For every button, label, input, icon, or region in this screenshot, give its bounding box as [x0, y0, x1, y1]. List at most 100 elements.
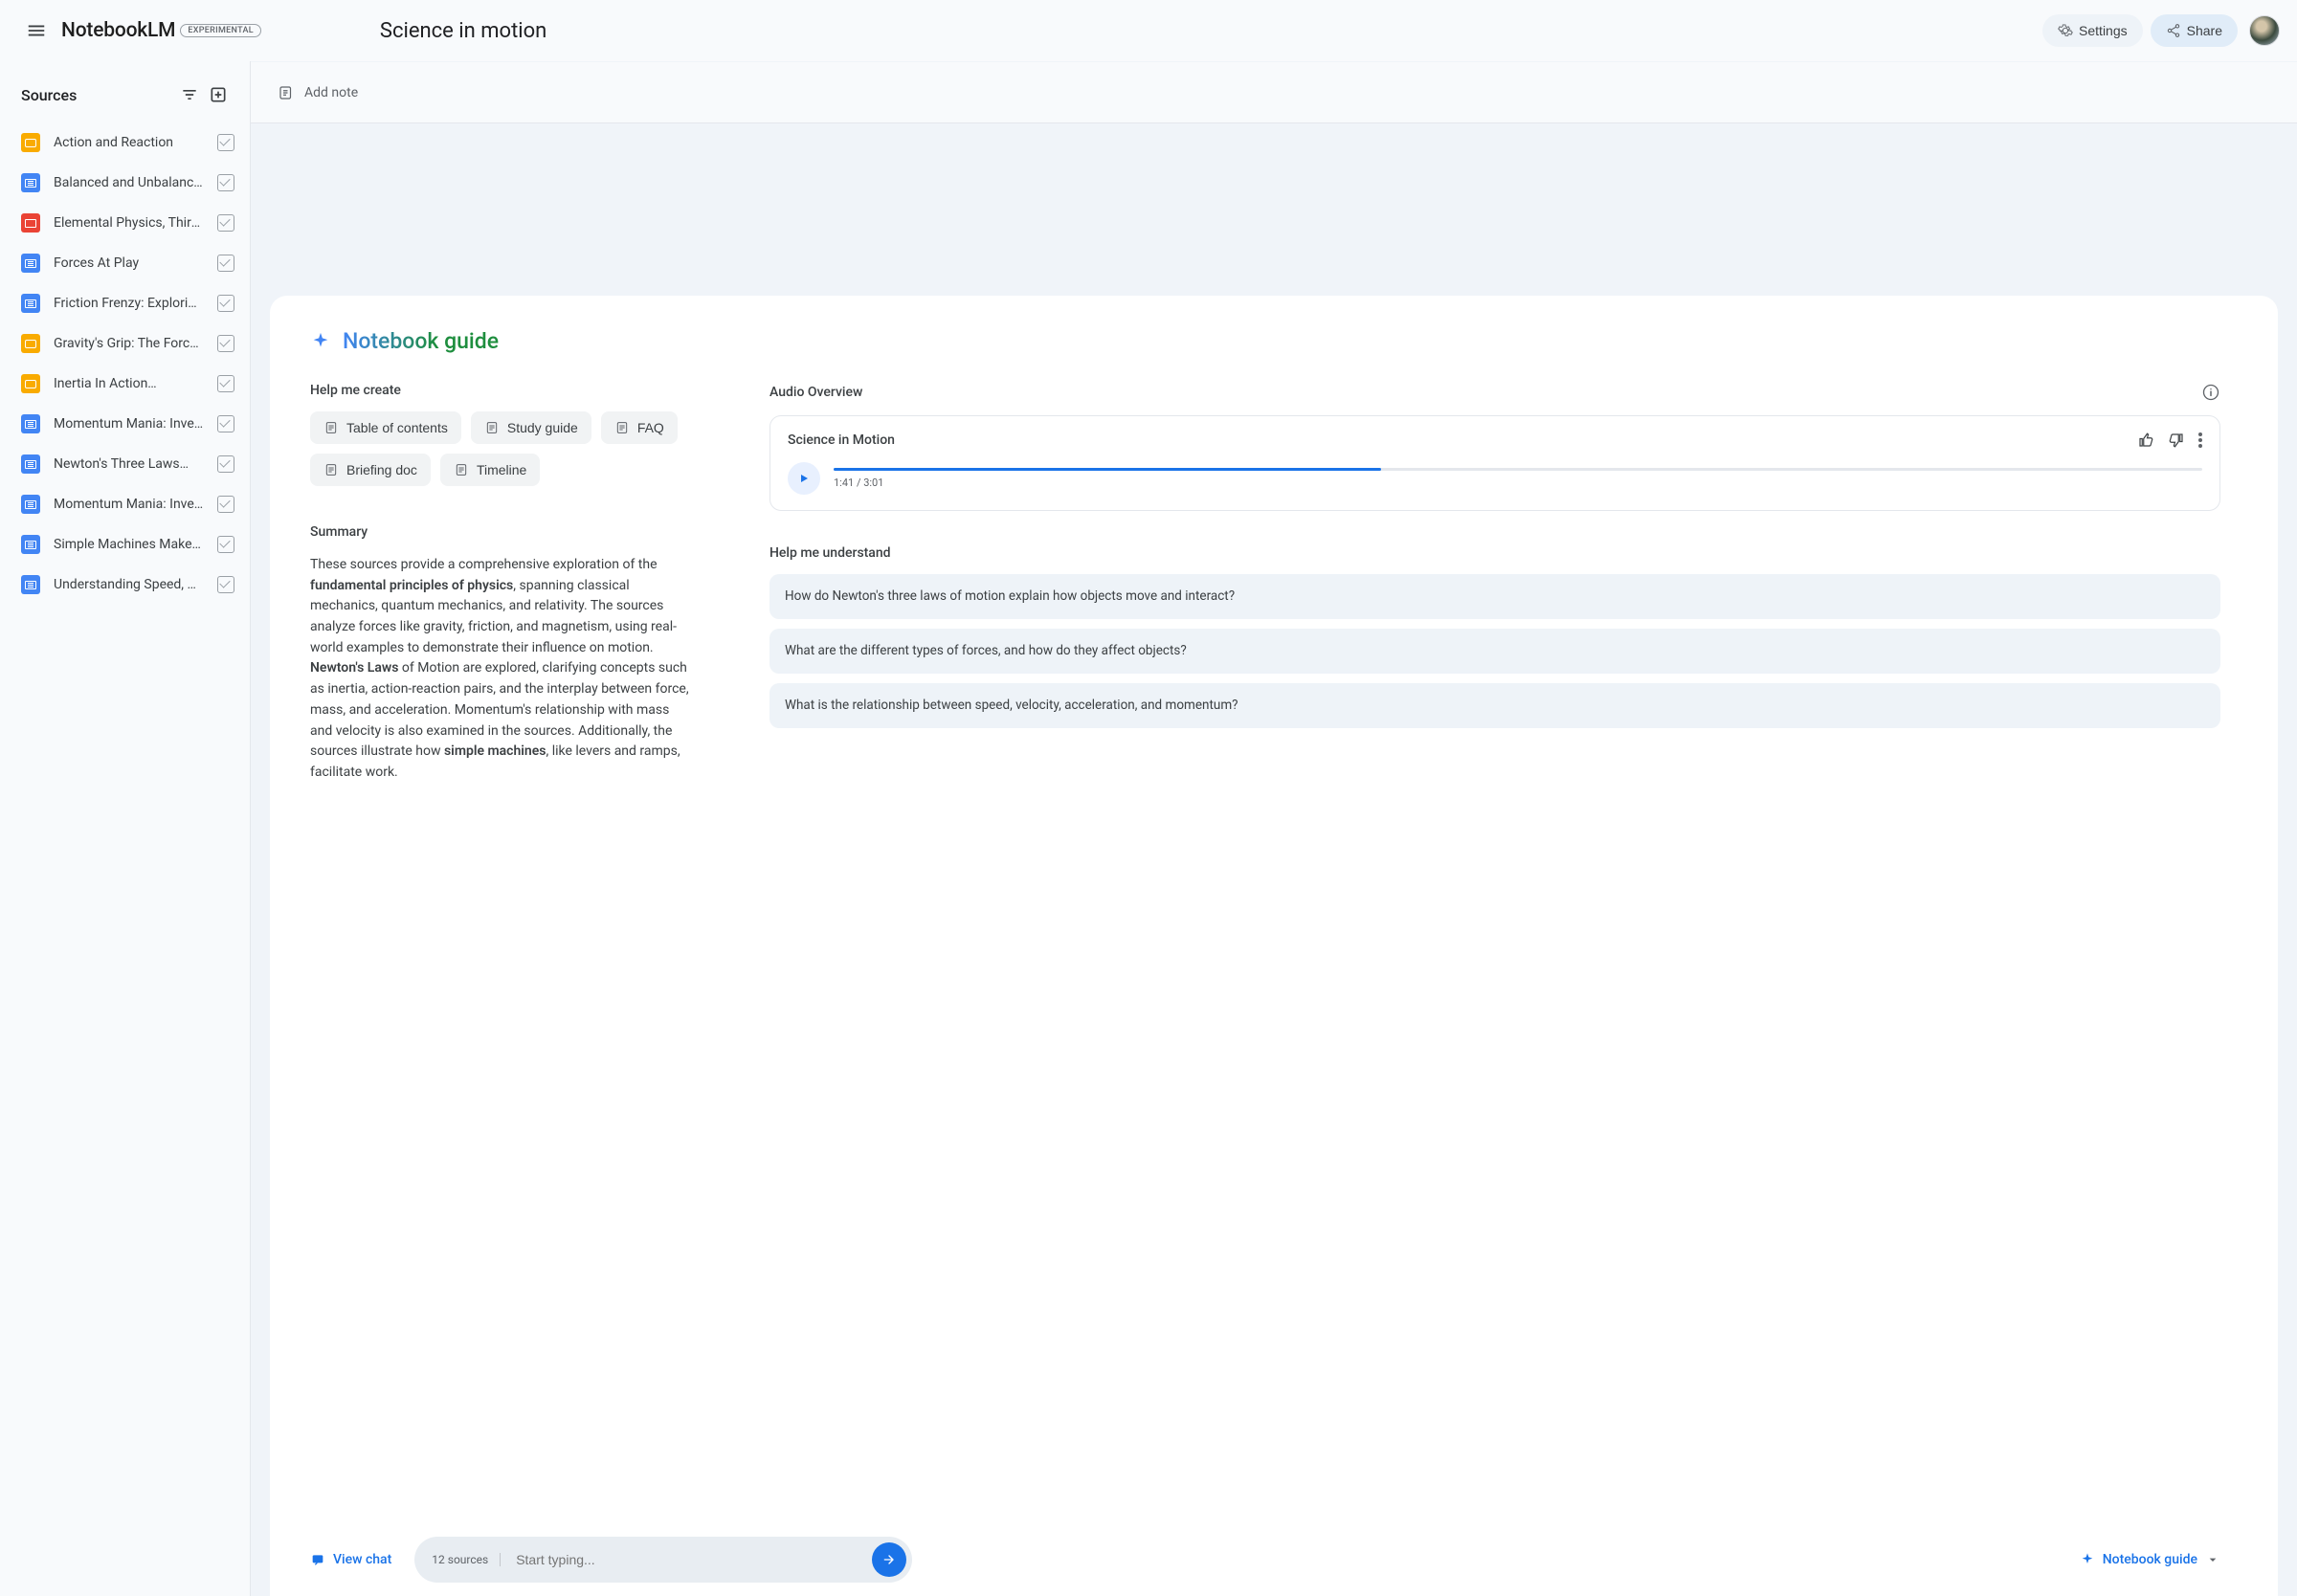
view-chat-button[interactable]: View chat [310, 1552, 391, 1567]
doc-icon [323, 462, 339, 477]
source-label: Balanced and Unbalance… [54, 175, 204, 190]
experimental-badge: EXPERIMENTAL [180, 24, 261, 37]
source-checkbox[interactable] [217, 496, 234, 513]
chip-toc[interactable]: Table of contents [310, 411, 461, 444]
source-item[interactable]: Newton's Three Laws… [0, 444, 250, 484]
source-label: Understanding Speed, Ve… [54, 577, 204, 592]
help-understand-heading: Help me understand [769, 545, 2220, 561]
logo-wrap: NotebookLM EXPERIMENTAL [61, 19, 261, 42]
sidebar: Sources Action and ReactionBalanced and … [0, 61, 251, 1596]
source-item[interactable]: Friction Frenzy: Explorin… [0, 283, 250, 323]
share-icon [2166, 23, 2181, 38]
source-item[interactable]: Understanding Speed, Ve… [0, 565, 250, 605]
chat-input[interactable] [512, 1542, 860, 1577]
settings-label: Settings [2079, 23, 2128, 38]
user-avatar[interactable] [2249, 15, 2280, 46]
notebook-guide-card: Notebook guide Help me create Table of c… [270, 296, 2278, 1596]
doc-icon [21, 414, 40, 433]
source-checkbox[interactable] [217, 134, 234, 151]
audio-progress-bar[interactable] [834, 468, 2202, 471]
chip-briefing[interactable]: Briefing doc [310, 454, 431, 486]
source-item[interactable]: Momentum Mania: Inves… [0, 404, 250, 444]
topbar: NotebookLM EXPERIMENTAL Science in motio… [0, 0, 2297, 61]
source-checkbox[interactable] [217, 174, 234, 191]
doc-icon [21, 173, 40, 192]
doc-icon [21, 535, 40, 554]
source-label: Momentum Mania: Inves… [54, 416, 204, 432]
chip-timeline[interactable]: Timeline [440, 454, 540, 486]
source-item[interactable]: Gravity's Grip: The Force… [0, 323, 250, 364]
source-checkbox[interactable] [217, 295, 234, 312]
filter-icon [180, 85, 199, 104]
notes-toolbar: Add note [251, 62, 2297, 123]
doc-icon [454, 462, 469, 477]
doc-icon [21, 575, 40, 594]
chip-faq[interactable]: FAQ [601, 411, 678, 444]
guide-title: Notebook guide [343, 328, 499, 354]
source-count: 12 sources [432, 1553, 501, 1566]
send-button[interactable] [872, 1542, 906, 1577]
suggested-question[interactable]: How do Newton's three laws of motion exp… [769, 574, 2220, 619]
source-checkbox[interactable] [217, 536, 234, 553]
suggested-question[interactable]: What is the relationship between speed, … [769, 683, 2220, 728]
info-icon[interactable] [2201, 383, 2220, 402]
source-label: Newton's Three Laws… [54, 456, 204, 472]
source-label: Forces At Play [54, 255, 204, 271]
doc-icon [323, 420, 339, 435]
source-label: Friction Frenzy: Explorin… [54, 296, 204, 311]
source-checkbox[interactable] [217, 214, 234, 232]
menu-icon [26, 20, 47, 41]
add-note-button[interactable]: Add note [278, 84, 358, 101]
source-checkbox[interactable] [217, 415, 234, 432]
sparkle-icon [2080, 1552, 2095, 1567]
doc-icon [484, 420, 500, 435]
source-checkbox[interactable] [217, 335, 234, 352]
chat-input-wrap: 12 sources [414, 1537, 912, 1583]
audio-title: Science in Motion [788, 432, 895, 448]
play-button[interactable] [788, 462, 820, 495]
help-create-heading: Help me create [310, 383, 712, 398]
source-label: Action and Reaction [54, 135, 204, 150]
thumbs-up-icon[interactable] [2137, 432, 2154, 449]
suggested-question[interactable]: What are the different types of forces, … [769, 629, 2220, 674]
source-label: Gravity's Grip: The Force… [54, 336, 204, 351]
filter-button[interactable] [175, 80, 204, 109]
more-menu-icon[interactable] [2198, 438, 2202, 442]
share-label: Share [2187, 23, 2222, 38]
sparkle-icon [310, 331, 331, 352]
hamburger-menu[interactable] [17, 11, 56, 50]
add-source-button[interactable] [204, 80, 233, 109]
arrow-right-icon [881, 1552, 897, 1567]
audio-time: 1:41 / 3:01 [834, 477, 2202, 489]
chevron-down-icon [2205, 1552, 2220, 1567]
chat-icon [310, 1552, 325, 1567]
source-checkbox[interactable] [217, 455, 234, 473]
chip-study-guide[interactable]: Study guide [471, 411, 591, 444]
source-checkbox[interactable] [217, 576, 234, 593]
source-item[interactable]: Inertia In Action… [0, 364, 250, 404]
source-checkbox[interactable] [217, 375, 234, 392]
source-label: Inertia In Action… [54, 376, 204, 391]
slides-icon [21, 133, 40, 152]
share-button[interactable]: Share [2151, 14, 2238, 47]
doc-icon [21, 454, 40, 474]
note-icon [278, 84, 295, 101]
source-item[interactable]: Simple Machines Make… [0, 524, 250, 565]
notebook-guide-toggle[interactable]: Notebook guide [2080, 1552, 2220, 1567]
source-item[interactable]: Forces At Play [0, 243, 250, 283]
bottom-bar: View chat 12 sources Notebook guide [310, 1537, 2220, 1583]
thumbs-down-icon[interactable] [2168, 432, 2185, 449]
document-title[interactable]: Science in motion [380, 19, 546, 43]
slides-icon [21, 334, 40, 353]
audio-overview-heading: Audio Overview [769, 385, 862, 400]
source-item[interactable]: Balanced and Unbalance… [0, 163, 250, 203]
plus-box-icon [209, 85, 228, 104]
audio-card: Science in Motion [769, 415, 2220, 511]
source-checkbox[interactable] [217, 255, 234, 272]
source-item[interactable]: Momentum Mania: Inves… [0, 484, 250, 524]
source-item[interactable]: Action and Reaction [0, 122, 250, 163]
main-area: Add note Notebook guide Help me create T… [251, 61, 2297, 1596]
settings-button[interactable]: Settings [2042, 14, 2143, 47]
summary-heading: Summary [310, 524, 712, 540]
source-item[interactable]: Elemental Physics, Third… [0, 203, 250, 243]
